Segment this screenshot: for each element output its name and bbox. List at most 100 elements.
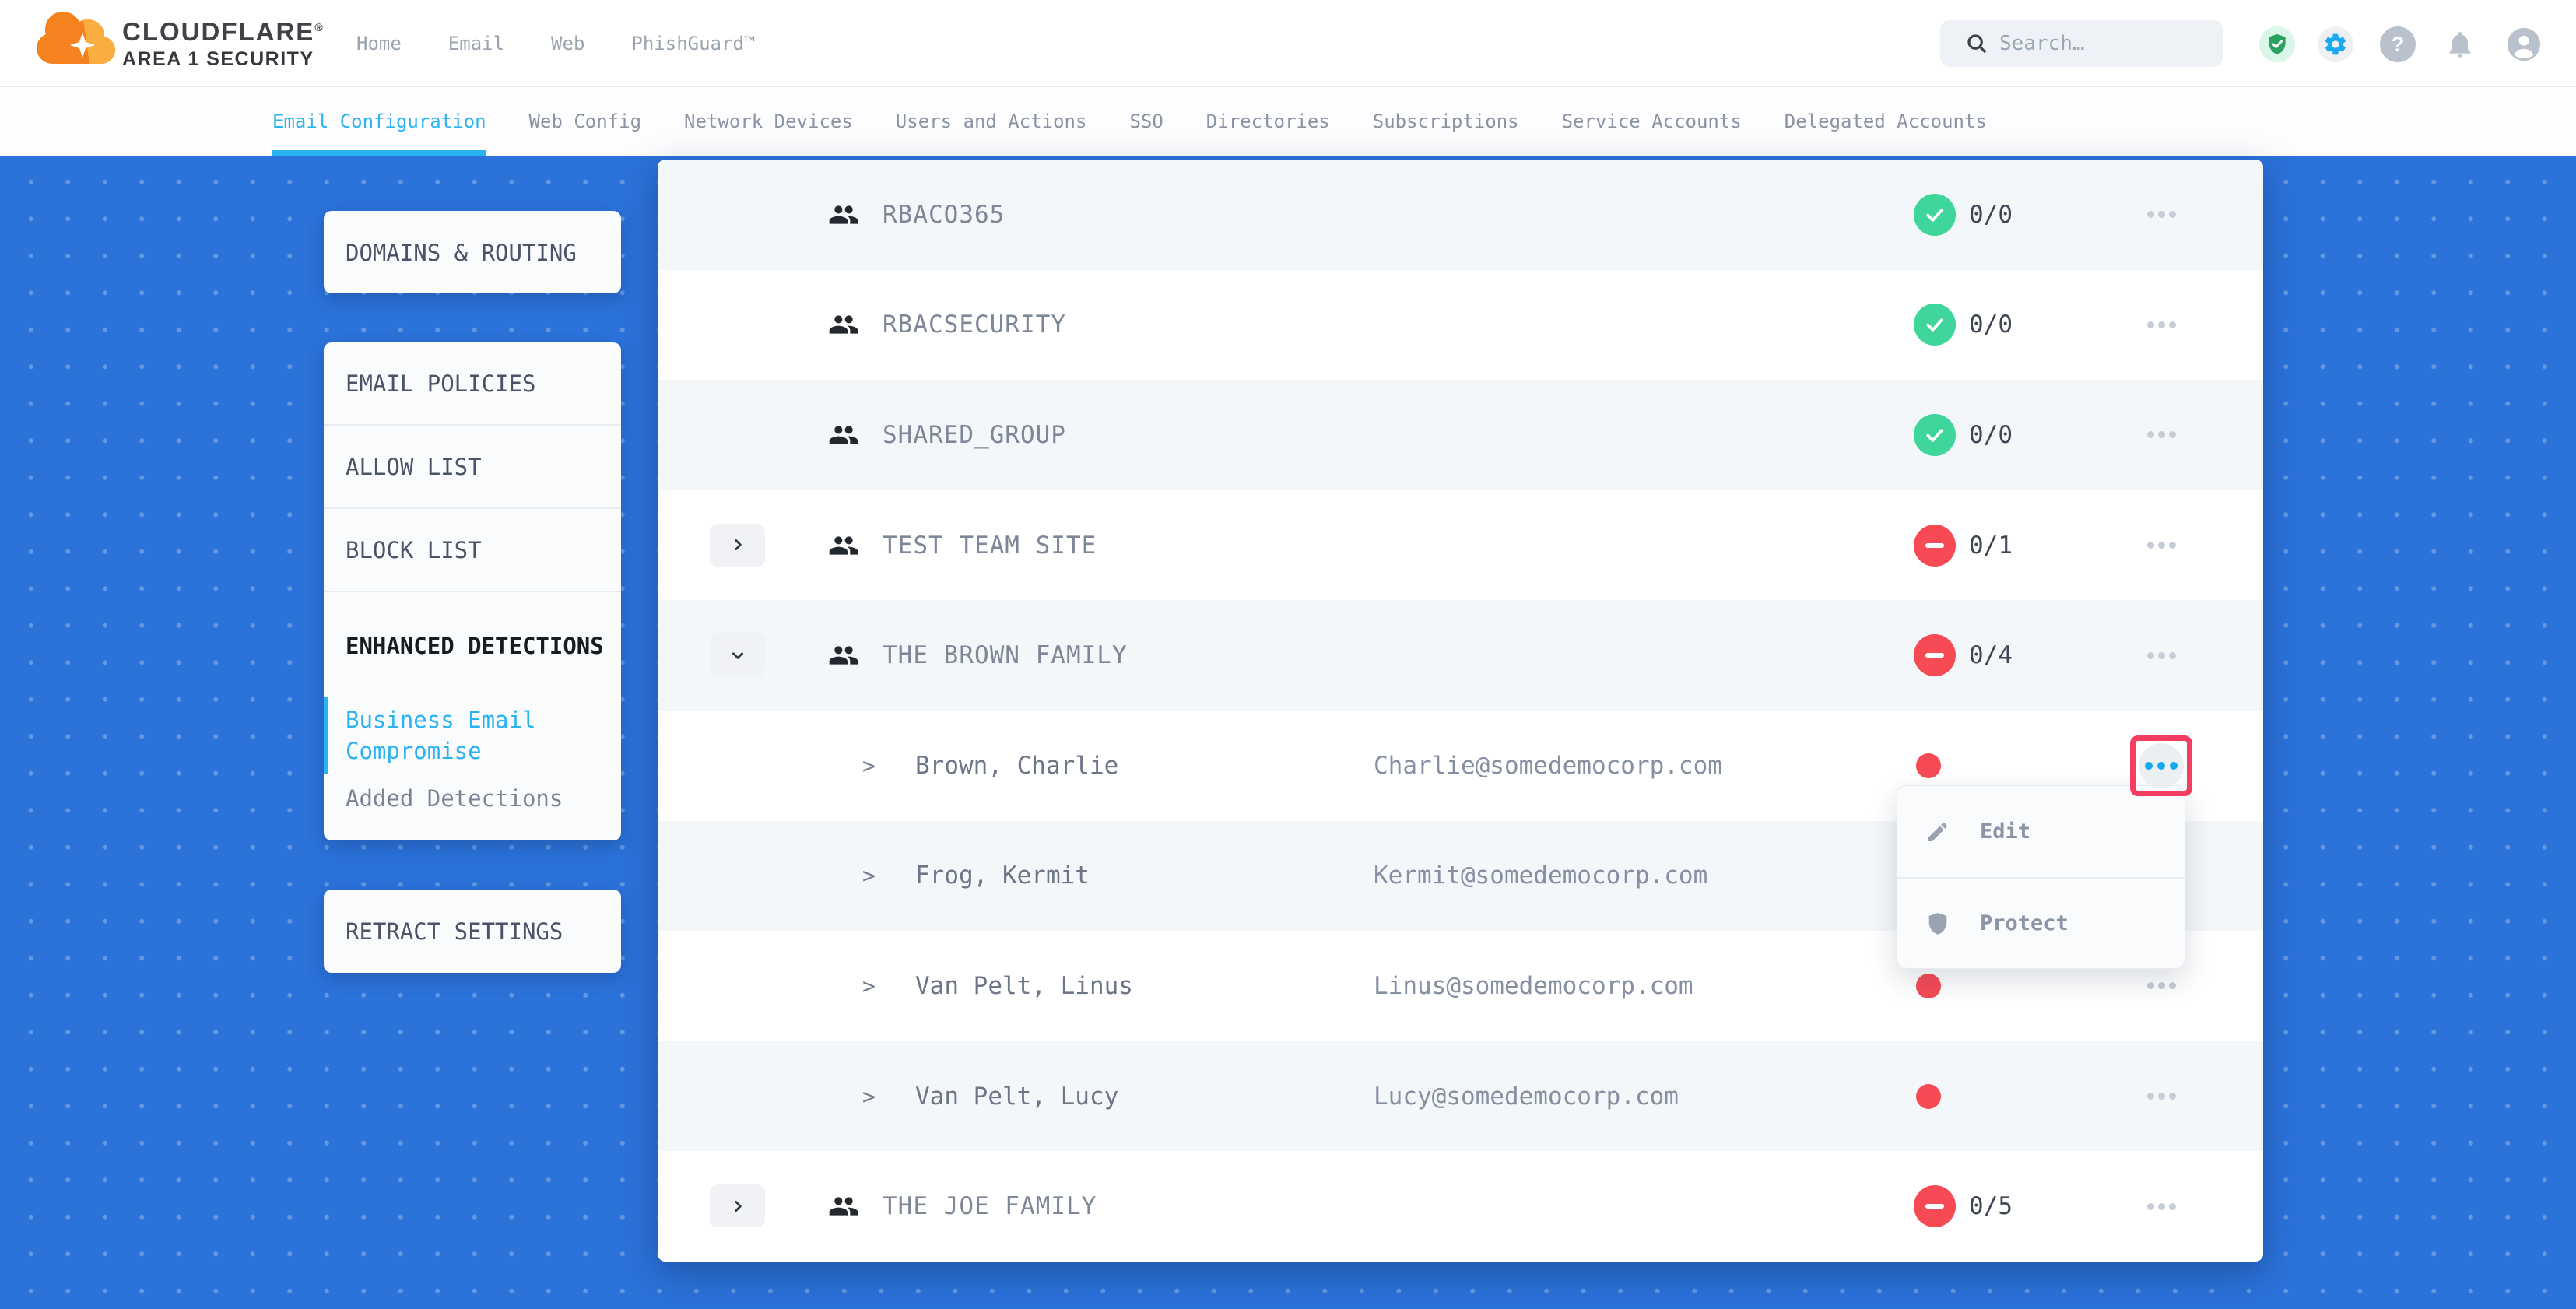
group-people-icon	[828, 1191, 859, 1222]
tab-service-accounts[interactable]: Service Accounts	[1562, 87, 1742, 156]
sidebar-item-label: ENHANCED DETECTIONS	[346, 630, 604, 662]
brand-subtitle: AREA 1 SECURITY	[122, 48, 309, 71]
context-menu-item-label: Protect	[1980, 911, 2069, 935]
sidebar-item-domains-routing[interactable]: DOMAINS & ROUTING	[324, 211, 621, 293]
sidebar-item-business-email-compromise[interactable]: Business Email Compromise	[324, 700, 621, 771]
user-name: Van Pelt, Lucy	[915, 1083, 1118, 1111]
sidebar-item-enhanced-detections[interactable]: ENHANCED DETECTIONS	[324, 592, 621, 700]
group-name: SHARED_GROUP	[883, 421, 1066, 449]
sidebar-card-retract: RETRACT SETTINGS	[324, 890, 621, 973]
settings-gear-icon[interactable]	[2318, 26, 2353, 62]
sidebar-item-block-list[interactable]: BLOCK LIST	[324, 509, 621, 592]
primary-nav-item-web[interactable]: Web	[551, 33, 584, 54]
group-people-icon	[828, 640, 859, 671]
user-email: Linus@somedemocorp.com	[1374, 972, 1693, 1000]
ellipsis-menu-button[interactable]	[2125, 1073, 2197, 1120]
tab-subscriptions[interactable]: Subscriptions	[1373, 87, 1519, 156]
user-row-caret: >	[862, 973, 876, 998]
sidebar-item-label: BLOCK LIST	[346, 535, 482, 566]
group-name: TEST TEAM SITE	[883, 532, 1097, 560]
minus-glyph	[1925, 1204, 1944, 1209]
primary-nav-item-home[interactable]: Home	[356, 33, 402, 54]
context-menu-item-label: Edit	[1980, 819, 2030, 844]
help-icon[interactable]: ?	[2380, 26, 2416, 62]
user-name: Brown, Charlie	[915, 752, 1118, 780]
sidebar-item-label: RETRACT SETTINGS	[346, 916, 563, 947]
table-row-group: RBACSECURITY 0/0	[658, 270, 2263, 381]
active-indicator-bar	[324, 697, 328, 774]
status-ok-badge	[1914, 304, 1956, 346]
group-people-icon	[828, 530, 859, 561]
collapse-row-button[interactable]	[710, 633, 765, 676]
expand-row-button[interactable]	[710, 524, 765, 567]
tab-users-and-actions[interactable]: Users and Actions	[896, 87, 1087, 156]
brand-name: CLOUDFLARE®	[122, 17, 309, 47]
sidebar-item-label: Business Email Compromise	[346, 704, 605, 767]
status-unprotected-dot	[1916, 753, 1941, 778]
expand-row-button[interactable]	[710, 1184, 765, 1227]
tab-web-config[interactable]: Web Config	[529, 87, 642, 156]
user-row-caret: >	[862, 753, 876, 778]
ellipsis-menu-button[interactable]	[2125, 632, 2197, 679]
notifications-bell-icon[interactable]	[2442, 26, 2478, 62]
user-email: Charlie@somedemocorp.com	[1374, 752, 1722, 780]
user-name: Frog, Kermit	[915, 862, 1090, 890]
sidebar-card-domains: DOMAINS & ROUTING	[324, 211, 621, 293]
table-row-group: TEST TEAM SITE 0/1	[658, 490, 2263, 601]
sidebar-item-email-policies[interactable]: EMAIL POLICIES	[324, 342, 621, 426]
search-input[interactable]	[1999, 32, 2186, 55]
group-people-icon	[828, 419, 859, 451]
sidebar-item-added-detections[interactable]: Added Detections	[324, 771, 621, 825]
primary-nav-item-phishguard[interactable]: PhishGuard™	[631, 33, 755, 54]
ellipsis-menu-button[interactable]	[2125, 522, 2197, 569]
ellipsis-menu-button[interactable]	[2125, 301, 2197, 348]
ellipsis-menu-button[interactable]	[2125, 963, 2197, 1009]
user-email: Lucy@somedemocorp.com	[1374, 1083, 1679, 1111]
group-name: THE JOE FAMILY	[883, 1192, 1097, 1220]
protected-count: 0/5	[1969, 1192, 2013, 1220]
protected-count: 0/0	[1969, 421, 2013, 449]
row-context-menu: Edit Protect	[1897, 785, 2185, 969]
protected-count: 0/0	[1969, 311, 2013, 339]
shield-check-icon[interactable]	[2259, 26, 2295, 62]
protected-count: 0/4	[1969, 641, 2013, 669]
sidebar-item-label: DOMAINS & ROUTING	[346, 237, 577, 268]
ellipsis-menu-button[interactable]	[2125, 412, 2197, 458]
protected-count: 0/0	[1969, 201, 2013, 229]
tab-sso[interactable]: SSO	[1129, 87, 1163, 156]
context-menu-item-edit[interactable]: Edit	[1897, 786, 2185, 877]
tab-directories[interactable]: Directories	[1206, 87, 1330, 156]
minus-glyph	[1925, 543, 1944, 548]
context-menu-item-protect[interactable]: Protect	[1897, 877, 2185, 968]
tab-delegated-accounts[interactable]: Delegated Accounts	[1785, 87, 1987, 156]
annotation-highlight-box	[2130, 735, 2192, 796]
user-row-caret: >	[862, 1083, 876, 1109]
top-header: CLOUDFLARE® AREA 1 SECURITY Home Email Web…	[0, 0, 2576, 87]
primary-nav-item-email[interactable]: Email	[448, 33, 504, 54]
status-blocked-badge	[1914, 634, 1956, 676]
user-name: Van Pelt, Linus	[915, 972, 1133, 1000]
search-box[interactable]	[1940, 20, 2223, 67]
user-email: Kermit@somedemocorp.com	[1374, 862, 1707, 890]
group-people-icon	[828, 199, 859, 230]
table-row-group: THE JOE FAMILY 0/5	[658, 1151, 2263, 1262]
group-name: RBACSECURITY	[883, 311, 1066, 339]
brand-text: CLOUDFLARE® AREA 1 SECURITY	[122, 17, 309, 71]
ellipsis-menu-button-active[interactable]	[2139, 743, 2184, 788]
secondary-nav: Email Configuration Web Config Network Dev…	[0, 87, 2576, 156]
search-icon	[1965, 32, 1988, 55]
tab-email-configuration[interactable]: Email Configuration	[272, 87, 486, 156]
status-ok-badge	[1914, 194, 1956, 236]
tab-network-devices[interactable]: Network Devices	[684, 87, 853, 156]
group-name: THE BROWN FAMILY	[883, 641, 1128, 669]
sidebar-item-retract-settings[interactable]: RETRACT SETTINGS	[324, 890, 621, 973]
table-row-group: THE BROWN FAMILY 0/4	[658, 600, 2263, 711]
ellipsis-menu-button[interactable]	[2125, 191, 2197, 238]
status-unprotected-dot	[1916, 1084, 1941, 1109]
account-user-icon[interactable]	[2506, 26, 2542, 62]
sidebar-item-allow-list[interactable]: ALLOW LIST	[324, 426, 621, 509]
protected-count: 0/1	[1969, 532, 2013, 560]
user-row-caret: >	[862, 863, 876, 889]
ellipsis-menu-button[interactable]	[2125, 1183, 2197, 1230]
group-name: RBACO365	[883, 201, 1005, 229]
